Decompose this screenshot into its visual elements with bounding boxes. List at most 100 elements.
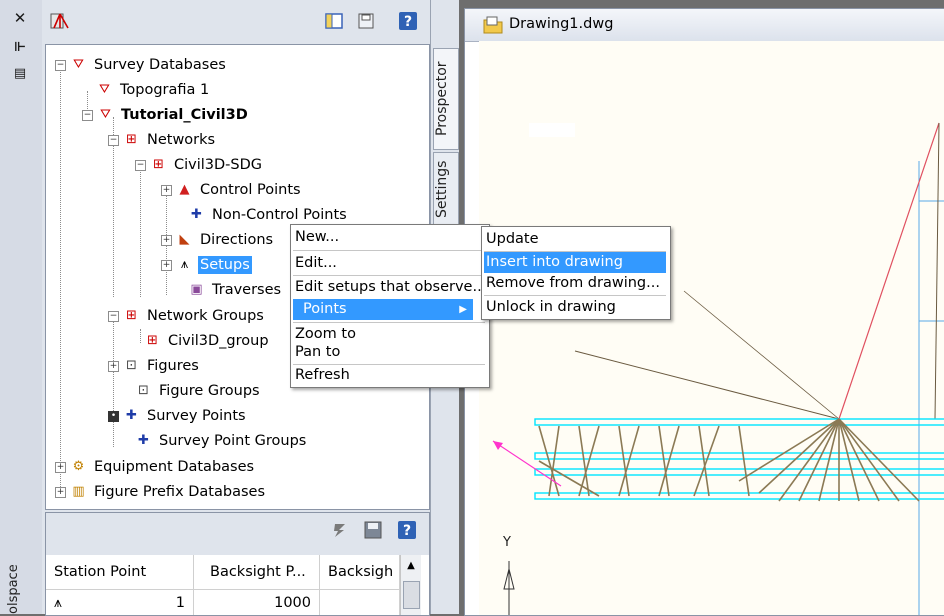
column-header-backsight[interactable]: Backsigh	[320, 555, 400, 589]
collapse-icon[interactable]: −	[55, 59, 66, 71]
item-view-pane: ? Station Point Backsight P... Backsigh …	[45, 512, 430, 616]
tree-item-topografia[interactable]: ⛛ Topografia 1	[96, 78, 211, 102]
grid-cell-backsight[interactable]	[320, 589, 400, 615]
expand-icon[interactable]: •	[108, 410, 119, 422]
collapse-icon[interactable]: −	[108, 310, 119, 322]
menu-item-insert-into-drawing[interactable]: Insert into drawing	[484, 252, 666, 273]
submenu-arrow-icon: ▶	[459, 304, 467, 315]
collapse-icon[interactable]: −	[82, 109, 93, 121]
save-icon[interactable]	[356, 12, 376, 30]
setup-tripod-icon: ⩚	[180, 257, 189, 272]
grid-scrollbar[interactable]: ▲	[400, 555, 421, 615]
setups-grid: Station Point Backsight P... Backsigh ▲ …	[46, 555, 429, 615]
tree-item-label: Civil3D-SDG	[174, 157, 263, 173]
toggle-item-view-icon[interactable]	[324, 12, 344, 30]
tree-item-civil3d-group[interactable]: ⊞ Civil3D_group	[144, 329, 271, 353]
menu-item-zoom-to[interactable]: Zoom to	[293, 325, 487, 343]
tree-item-figures[interactable]: + ⊡ Figures	[108, 354, 201, 378]
grid-cell-backsight-point[interactable]: 1000	[194, 589, 320, 615]
survey-point-group-icon: ✚	[138, 433, 149, 448]
help-icon[interactable]: ?	[398, 12, 418, 30]
expand-icon[interactable]: +	[161, 234, 172, 246]
tree-item-label: Network Groups	[147, 308, 264, 324]
tree-item-traverses[interactable]: ▣ Traverses	[188, 278, 283, 302]
expand-icon[interactable]: +	[161, 184, 172, 196]
tree-item-survey-points[interactable]: • ✚ Survey Points	[108, 404, 248, 428]
grid-cell-station-point[interactable]: ⩚ 1	[46, 589, 194, 615]
expand-icon[interactable]: +	[55, 461, 66, 473]
networks-icon: ⊞	[126, 132, 137, 147]
toolspace-title: olspace	[6, 564, 21, 614]
expand-icon[interactable]: +	[161, 259, 172, 271]
drawing-canvas[interactable]: Y	[479, 41, 944, 615]
menu-item-edit[interactable]: Edit...	[293, 253, 487, 274]
tree-item-figure-prefix-databases[interactable]: + ▥ Figure Prefix Databases	[55, 480, 267, 504]
tree-item-label: Tutorial_Civil3D	[121, 107, 248, 123]
tree-item-figure-groups[interactable]: ⊡ Figure Groups	[135, 379, 262, 403]
points-submenu: Update Insert into drawing Remove from d…	[481, 226, 671, 320]
tree-item-label: Non-Control Points	[212, 207, 347, 223]
close-icon[interactable]: ✕	[8, 8, 32, 28]
tree-item-survey-databases[interactable]: − ⛛ Survey Databases	[55, 53, 228, 77]
survey-database-icon: ⛛	[100, 107, 111, 122]
figure-prefix-database-icon: ▥	[72, 484, 85, 499]
save-icon[interactable]	[364, 521, 382, 539]
tree-connector	[60, 65, 61, 497]
tree-item-networks[interactable]: − ⊞ Networks	[108, 128, 217, 152]
tree-item-label: Figure Prefix Databases	[94, 484, 265, 500]
survey-drawing	[479, 41, 944, 615]
control-point-icon: ▲	[179, 182, 190, 197]
tab-settings[interactable]: Settings	[433, 152, 459, 226]
auto-hide-icon[interactable]: ⊩	[8, 38, 32, 58]
tree-item-setups[interactable]: + ⩚ Setups	[161, 253, 252, 277]
survey-database-icon: ⛛	[99, 82, 110, 97]
collapse-icon[interactable]: −	[135, 159, 146, 171]
non-control-point-icon: ✚	[191, 207, 202, 222]
menu-item-update[interactable]: Update	[484, 229, 668, 250]
menu-item-refresh[interactable]: Refresh	[293, 365, 487, 386]
tree-item-label: Topografia 1	[120, 82, 210, 98]
ucs-y-label: Y	[503, 535, 511, 550]
tree-item-label: Survey Points	[147, 408, 246, 424]
menu-item-pan-to[interactable]: Pan to	[293, 343, 487, 361]
menu-item-points[interactable]: Points ▶	[293, 299, 473, 320]
traverse-icon: ▣	[190, 282, 203, 297]
network-group-icon: ⊞	[147, 333, 158, 348]
scroll-thumb[interactable]	[403, 581, 420, 609]
svg-text:?: ?	[404, 14, 412, 30]
grid-cell-value: 1	[175, 595, 185, 611]
setups-context-menu: New... Edit... Edit setups that observe.…	[290, 224, 490, 388]
scroll-up-icon[interactable]: ▲	[401, 555, 421, 577]
tree-item-network-groups[interactable]: − ⊞ Network Groups	[108, 304, 266, 328]
menu-item-unlock-in-drawing[interactable]: Unlock in drawing	[484, 297, 668, 318]
refresh-icon[interactable]	[331, 521, 349, 539]
network-groups-icon: ⊞	[126, 308, 137, 323]
tree-item-equipment-databases[interactable]: + ⚙ Equipment Databases	[55, 455, 256, 479]
expand-icon[interactable]: +	[55, 486, 66, 498]
tree-item-label: Control Points	[200, 182, 301, 198]
menu-item-label: Points	[303, 301, 347, 317]
toolspace-header: ?	[42, 0, 430, 40]
drawing-title-bar[interactable]: Drawing1.dwg	[465, 9, 944, 42]
column-header-station-point[interactable]: Station Point	[46, 555, 194, 589]
help-icon[interactable]: ?	[397, 520, 417, 540]
tree-item-survey-point-groups[interactable]: ✚ Survey Point Groups	[135, 429, 308, 453]
column-header-backsight-point[interactable]: Backsight P...	[194, 555, 320, 589]
tree-item-label: Traverses	[212, 282, 282, 298]
menu-item-new[interactable]: New...	[293, 227, 487, 248]
tree-item-civil3d-sdg[interactable]: − ⊞ Civil3D-SDG	[135, 153, 264, 177]
menu-separator	[484, 295, 666, 296]
tree-item-control-points[interactable]: + ▲ Control Points	[161, 178, 303, 202]
tab-prospector[interactable]: Prospector	[433, 48, 459, 150]
tree-connector	[140, 167, 141, 297]
menu-item-remove-from-drawing[interactable]: Remove from drawing...	[484, 273, 668, 294]
tree-item-label: Networks	[147, 132, 216, 148]
tree-connector	[140, 329, 141, 343]
tree-item-label: Survey Databases	[94, 57, 226, 73]
tree-item-tutorial[interactable]: − ⛛ Tutorial_Civil3D	[82, 103, 250, 127]
properties-icon[interactable]: ▤	[8, 64, 32, 84]
collapse-icon[interactable]: −	[108, 134, 119, 146]
expand-icon[interactable]: +	[108, 360, 119, 372]
tree-item-directions[interactable]: + ◣ Directions	[161, 228, 275, 252]
menu-item-edit-setups[interactable]: Edit setups that observe...	[293, 277, 487, 298]
